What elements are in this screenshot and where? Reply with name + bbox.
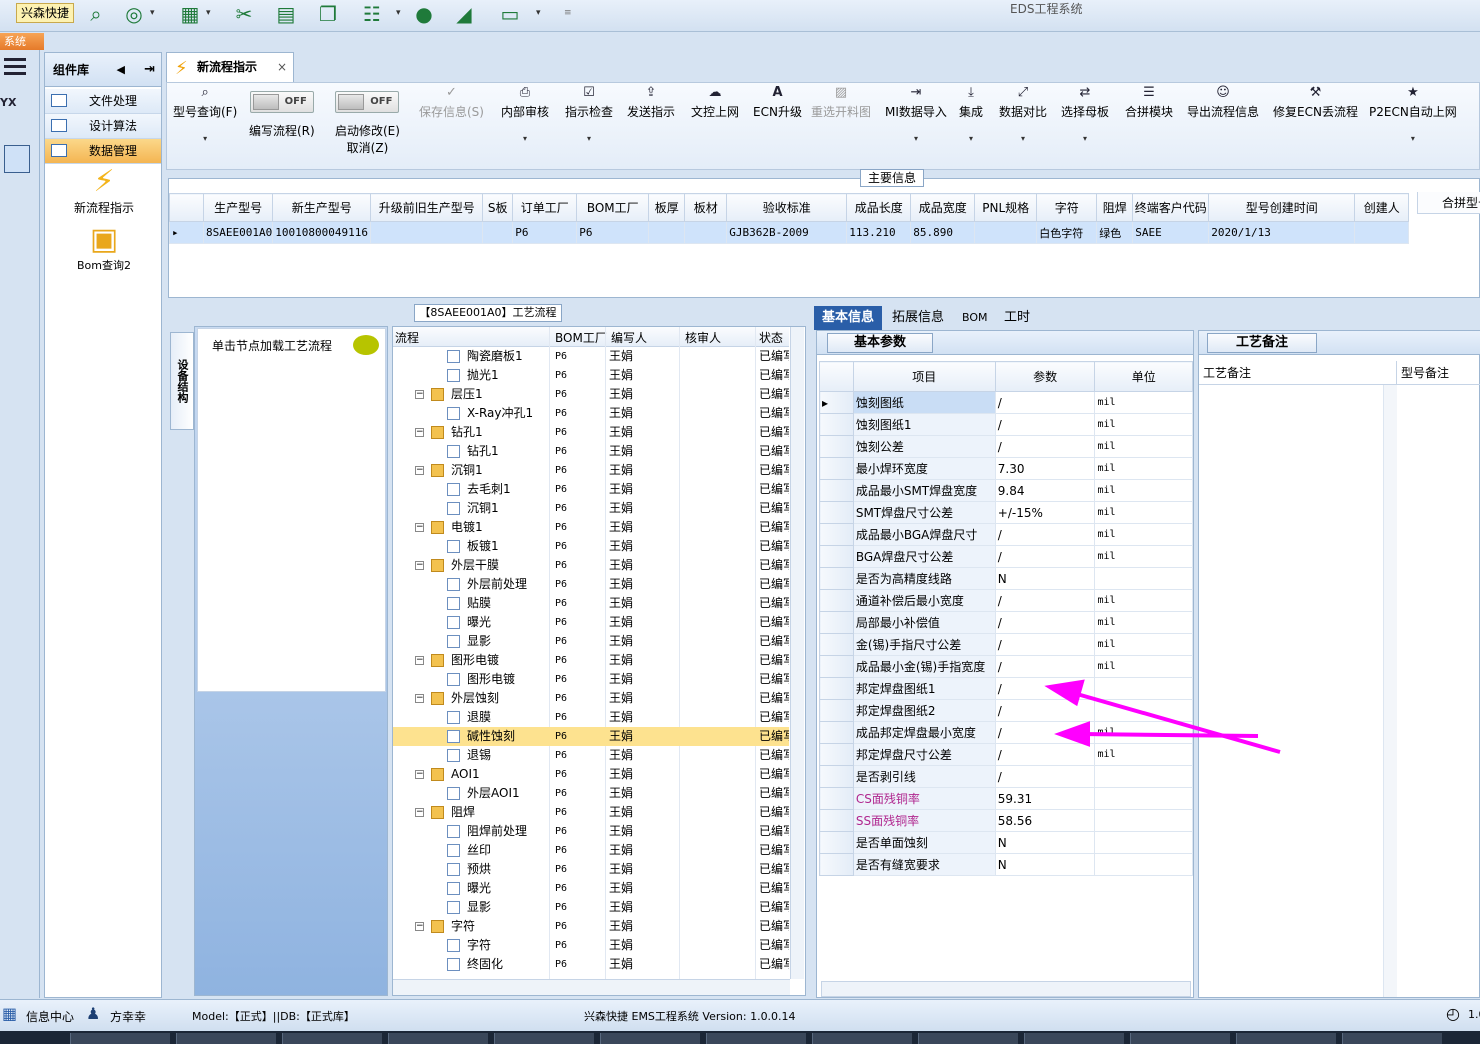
taskbar-button[interactable] — [706, 1033, 806, 1044]
taskbar-button[interactable] — [282, 1033, 382, 1044]
taskbar — [0, 1031, 1480, 1044]
taskbar-button[interactable] — [812, 1033, 912, 1044]
info-center-label[interactable]: 信息中心 — [26, 1008, 74, 1025]
annotation-arrow-head — [1054, 721, 1090, 747]
status-bar: ▦ 信息中心 ♟ 方幸幸 Model:【正式】||DB:【正式库】 兴森快捷 E… — [0, 999, 1480, 1031]
taskbar-button[interactable] — [176, 1033, 276, 1044]
taskbar-button[interactable] — [918, 1033, 1018, 1044]
taskbar-button[interactable] — [600, 1033, 700, 1044]
user-icon: ♟ — [86, 1004, 101, 1023]
taskbar-button[interactable] — [1342, 1033, 1442, 1044]
clock-icon: ◴ — [1446, 1004, 1460, 1023]
annotation-arrow-line — [1079, 732, 1259, 738]
annotation-arrow-head — [1044, 679, 1085, 707]
taskbar-button[interactable] — [494, 1033, 594, 1044]
status-right-text: 1.0 — [1468, 1008, 1480, 1021]
annotation-arrows — [1044, 679, 1281, 754]
version-text: 兴森快捷 EMS工程系统 Version: 1.0.0.14 — [584, 1010, 796, 1023]
grid-icon[interactable]: ▦ — [2, 1004, 17, 1023]
taskbar-button[interactable] — [1024, 1033, 1124, 1044]
model-db-status: Model:【正式】||DB:【正式库】 — [192, 1010, 355, 1023]
user-name: 方幸幸 — [110, 1010, 147, 1024]
taskbar-button[interactable] — [1130, 1033, 1230, 1044]
annotation-arrow-line — [1069, 690, 1281, 754]
taskbar-button[interactable] — [1236, 1033, 1336, 1044]
taskbar-button[interactable] — [388, 1033, 488, 1044]
taskbar-button[interactable] — [70, 1033, 170, 1044]
